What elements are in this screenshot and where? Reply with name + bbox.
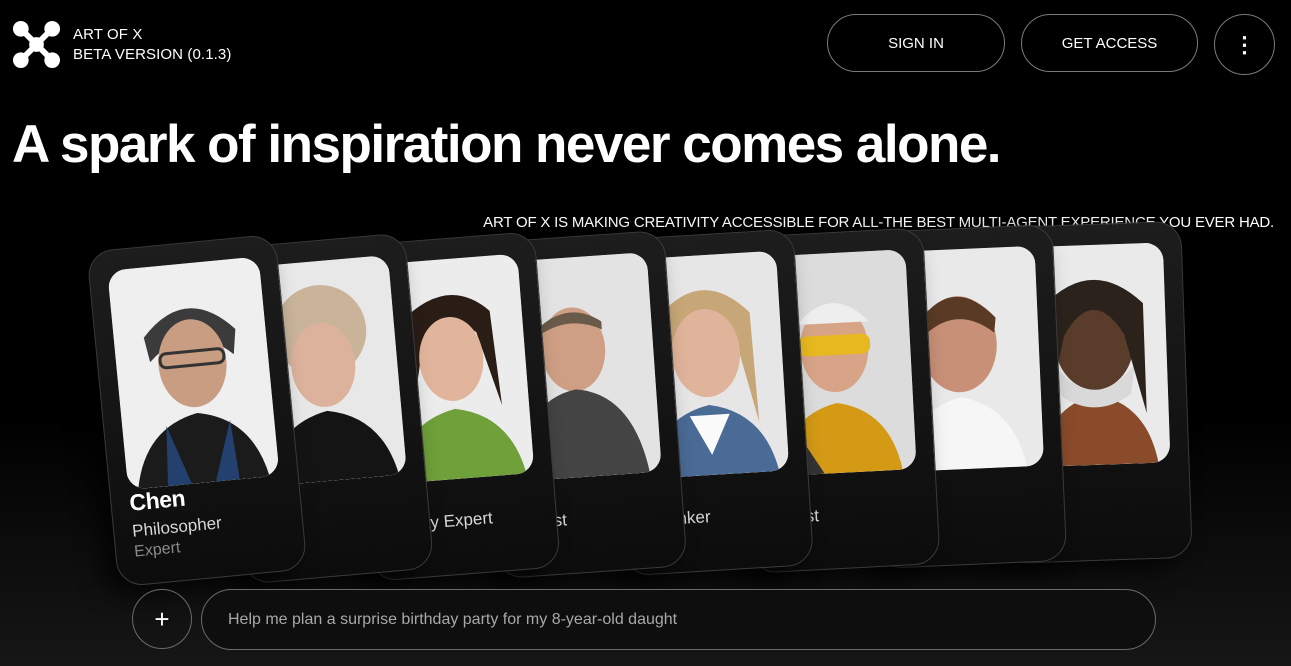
agent-name: Chen — [128, 484, 187, 516]
version-label: BETA VERSION (0.1.3) — [73, 45, 232, 63]
plus-icon: + — [154, 603, 170, 634]
agent-card[interactable]: Chen Philosopher Expert — [86, 233, 308, 588]
agent-portrait — [107, 256, 280, 490]
art-of-x-logo-icon — [12, 20, 61, 69]
agent-status: Expert — [133, 539, 182, 561]
prompt-input[interactable] — [201, 589, 1156, 650]
sign-in-button[interactable]: SIGN IN — [827, 14, 1005, 72]
brand-name: ART OF X — [73, 25, 143, 43]
hero-headline: A spark of inspiration never comes alone… — [12, 115, 1002, 174]
agent-role: Philosopher — [131, 513, 223, 541]
add-button[interactable]: + — [132, 589, 192, 649]
agent-carousel[interactable]: aro ve g Artist ve na n Thinker rej Acti… — [0, 220, 1291, 598]
more-menu-button[interactable]: ⋮ — [1214, 14, 1275, 75]
get-access-button[interactable]: GET ACCESS — [1021, 14, 1198, 72]
vertical-ellipsis-icon: ⋮ — [1233, 31, 1256, 57]
brand[interactable]: ART OF X BETA VERSION (0.1.3) — [12, 20, 231, 69]
